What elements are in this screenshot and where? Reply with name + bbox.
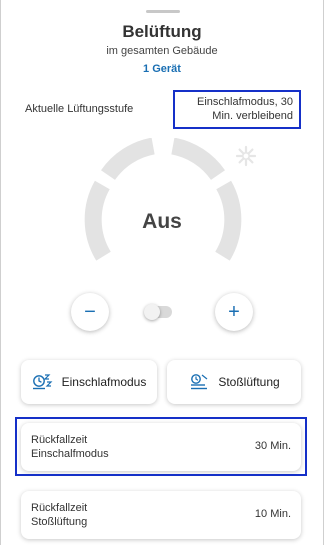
dial-value: Aus <box>142 210 182 233</box>
setting-label-line2: Stoßlüftung <box>31 516 88 528</box>
dial-segment-2 <box>101 138 155 181</box>
page-subtitle: im gesamten Gebäude <box>106 45 218 57</box>
dial-segment-3 <box>171 138 225 181</box>
minus-icon: − <box>84 300 96 323</box>
plus-icon: + <box>228 300 240 323</box>
setting-value: 10 Min. <box>254 508 291 520</box>
setting-label: Rückfallzeit Stoßlüftung <box>31 501 87 529</box>
ventilation-dial[interactable] <box>83 138 243 278</box>
ventilation-toggle[interactable] <box>144 304 172 320</box>
sleep-mode-label: Einschlafmodus <box>61 375 147 389</box>
setting-label-line1: Rückfallzeit <box>31 434 88 446</box>
setting-card-boost-fallback[interactable]: Rückfallzeit Stoßlüftung 10 Min. <box>21 491 301 539</box>
boost-ventilation-label: Stoßlüftung <box>218 375 280 389</box>
setting-label-line1: Rückfallzeit <box>31 502 88 514</box>
setting-label-line2: Einschalfmodus <box>31 448 109 460</box>
current-level-value-line2: Min. verbleibend <box>212 110 293 122</box>
increase-level-button[interactable]: + <box>215 293 253 331</box>
sleep-clock-icon <box>32 374 53 390</box>
page-title: Belüftung <box>122 22 202 41</box>
current-level-label: Aktuelle Lüftungsstufe <box>25 103 134 115</box>
drag-handle[interactable] <box>146 10 180 13</box>
boost-ventilation-button[interactable]: Stoßlüftung <box>167 360 301 404</box>
current-level-value-line1: Einschlafmodus, 30 <box>197 96 293 108</box>
ventilation-sheet: Belüftung im gesamten Gebäude 1 Gerät Ak… <box>0 0 324 545</box>
snowflake-icon <box>235 145 257 167</box>
boost-ventilation-icon <box>191 374 208 390</box>
setting-value: 30 Min. <box>254 440 291 452</box>
current-level-value: Einschlafmodus, 30 Min. verbleibend <box>173 90 301 129</box>
sleep-mode-button[interactable]: Einschlafmodus <box>21 360 157 404</box>
decrease-level-button[interactable]: − <box>71 293 109 331</box>
device-count-link[interactable]: 1 Gerät <box>1 63 323 75</box>
toggle-knob <box>144 304 160 320</box>
setting-card-sleep-fallback[interactable]: Rückfallzeit Einschalfmodus 30 Min. <box>21 423 301 471</box>
setting-label: Rückfallzeit Einschalfmodus <box>31 433 109 461</box>
